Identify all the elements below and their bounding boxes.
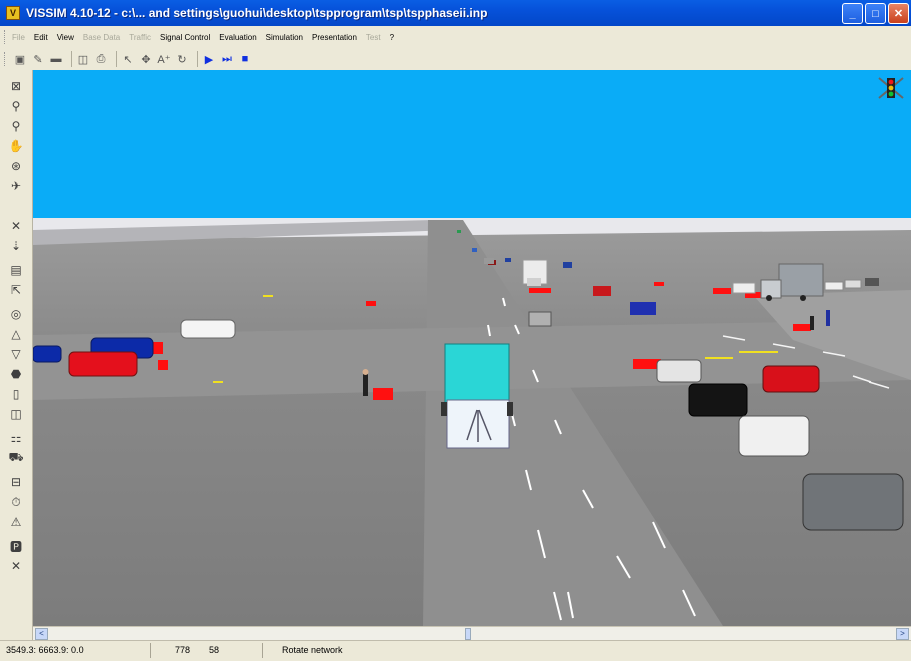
status-separator	[262, 643, 263, 658]
bus	[441, 343, 513, 449]
menu-bar: File Edit View Base Data Traffic Signal …	[0, 26, 911, 48]
queue-counter-icon[interactable]: ⚠	[8, 514, 24, 530]
rotate-3d-icon[interactable]: ⊛	[8, 158, 24, 174]
horizontal-scrollbar[interactable]: < >	[33, 626, 911, 641]
yield-icon[interactable]: ▽	[8, 346, 24, 362]
single-step-icon[interactable]: ⏭	[220, 52, 234, 66]
menu-simulation[interactable]: Simulation	[266, 33, 303, 42]
scroll-thumb[interactable]	[465, 628, 471, 640]
menu-edit[interactable]: Edit	[34, 33, 48, 42]
minimize-button[interactable]: _	[842, 3, 863, 24]
menu-signal-control[interactable]: Signal Control	[160, 33, 210, 42]
menu-evaluation[interactable]: Evaluation	[219, 33, 256, 42]
truck-center	[522, 259, 548, 286]
scroll-left-arrow[interactable]: <	[35, 628, 48, 640]
open-icon[interactable]: ✎	[31, 52, 45, 66]
node-icon[interactable]: ⊟	[8, 474, 24, 490]
road-scene	[33, 218, 911, 626]
menu-grip	[4, 30, 8, 44]
vehicle-input-icon[interactable]: ▤	[8, 262, 24, 278]
scroll-right-arrow[interactable]: >	[896, 628, 909, 640]
pan-hand-icon[interactable]: ✋	[8, 138, 24, 154]
zoom-in-icon[interactable]: ⚲	[8, 98, 24, 114]
rotate-icon[interactable]: ↻	[175, 52, 189, 66]
speed-limit-icon[interactable]: ◎	[8, 306, 24, 322]
priority-rule-icon[interactable]: △	[8, 326, 24, 342]
routing-icon[interactable]: ⇱	[8, 282, 24, 298]
save-icon[interactable]: ▬	[49, 52, 63, 66]
toolbar-separator	[197, 51, 198, 67]
travel-time-icon[interactable]: ⏱	[8, 494, 24, 510]
status-separator	[150, 643, 151, 658]
menu-file[interactable]: File	[12, 33, 25, 42]
window-title: VISSIM 4.10-12 - c:\... and settings\guo…	[26, 6, 488, 20]
status-bar: 3549.3: 6663.9: 0.0 778 58 Rotate networ…	[0, 640, 911, 661]
stop-icon[interactable]: ■	[238, 52, 252, 66]
zoom-out-icon[interactable]: ⚲	[8, 118, 24, 134]
menu-view[interactable]: View	[57, 33, 74, 42]
pedestrian-icon[interactable]: ✕	[8, 558, 24, 574]
maximize-button[interactable]: □	[865, 3, 886, 24]
menu-presentation[interactable]: Presentation	[312, 33, 357, 42]
stop-sign-icon[interactable]: ⬣	[8, 366, 24, 382]
status-value-b: 58	[209, 645, 220, 655]
parking-icon[interactable]: 🅿	[8, 538, 24, 554]
toolbar-separator	[71, 51, 72, 67]
network-editor-toolbar: ⊠ ⚲ ⚲ ✋ ⊛ ✈ ✕ ⇣ ▤ ⇱ ◎ △ ▽ ⬣ ▯ ◫ ⚏ ⛟ ⊟ ⏱ …	[0, 70, 33, 640]
signal-head-icon[interactable]: ▯	[8, 386, 24, 402]
run-simulation-icon[interactable]: ▶	[202, 52, 216, 66]
multiselect-icon[interactable]: ✥	[139, 52, 153, 66]
zoom-network-icon[interactable]: ⊠	[8, 78, 24, 94]
menu-test[interactable]: Test	[366, 33, 381, 42]
detector-icon[interactable]: ◫	[8, 406, 24, 422]
toolbar-grip	[4, 52, 8, 66]
vissim-app-icon[interactable]: V	[6, 6, 20, 20]
main-toolbar: ▣ ✎ ▬ ◫ ⎙ ↖ ✥ A⁺ ↻ ▶ ⏭ ■	[0, 48, 911, 71]
transit-line-icon[interactable]: ⛟	[8, 450, 24, 466]
select-icon[interactable]: ↖	[121, 52, 135, 66]
network-3d-viewport[interactable]	[33, 70, 911, 626]
toolbar-separator	[116, 51, 117, 67]
title-bar[interactable]: V VISSIM 4.10-12 - c:\... and settings\g…	[0, 0, 911, 26]
connector-icon[interactable]: ⇣	[8, 238, 24, 254]
menu-traffic[interactable]: Traffic	[129, 33, 151, 42]
status-value-a: 778	[175, 645, 191, 655]
close-button[interactable]: ✕	[888, 3, 909, 24]
new-network-icon[interactable]: ▣	[13, 52, 27, 66]
text-icon[interactable]: A⁺	[157, 52, 171, 66]
traffic-signal-icon[interactable]	[877, 74, 905, 100]
print-icon[interactable]: ⎙	[94, 52, 108, 66]
transit-stop-icon[interactable]: ⚏	[8, 430, 24, 446]
link-tool-icon[interactable]: ✕	[8, 218, 24, 234]
status-coordinates: 3549.3: 6663.9: 0.0	[6, 645, 84, 655]
status-mode: Rotate network	[282, 645, 343, 655]
menu-help[interactable]: ?	[390, 33, 394, 42]
print-preview-icon[interactable]: ◫	[76, 52, 90, 66]
fly-icon[interactable]: ✈	[8, 178, 24, 194]
menu-base-data[interactable]: Base Data	[83, 33, 120, 42]
